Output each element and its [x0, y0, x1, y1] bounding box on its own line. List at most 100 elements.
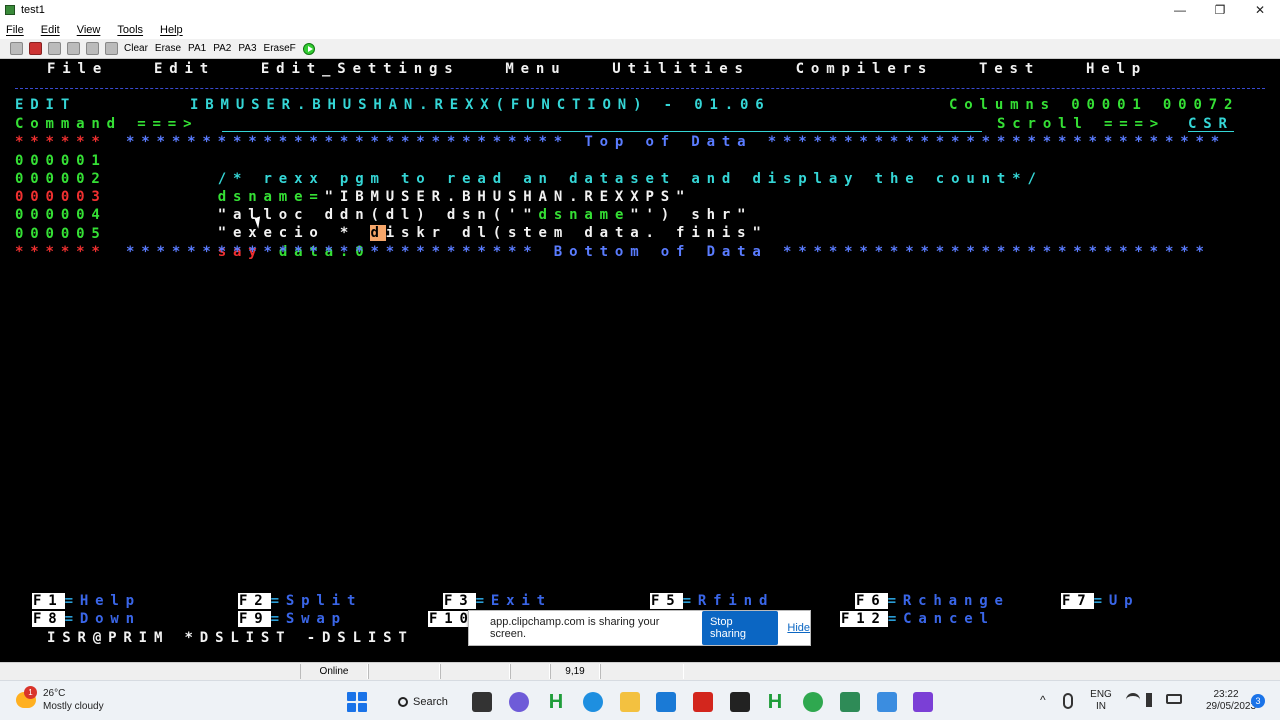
- terminal-emulator-icon[interactable]: [840, 692, 860, 712]
- pa2-button[interactable]: PA2: [213, 43, 231, 54]
- task-view-icon[interactable]: [472, 692, 492, 712]
- menu-file[interactable]: File: [6, 24, 24, 36]
- erase-button[interactable]: Erase: [155, 43, 181, 54]
- terminal-screen[interactable]: File Edit Edit_Settings Menu Utilities C…: [0, 60, 1280, 662]
- fkey-f8[interactable]: F8=Down: [32, 611, 141, 628]
- code-line[interactable]: /* rexx pgm to read an dataset and displ…: [126, 152, 1043, 187]
- top-of-data-marker: ***************************** Top of Dat…: [126, 134, 1227, 150]
- clock-date: 29/05/2023: [1206, 701, 1257, 712]
- app-h-icon[interactable]: H: [765, 692, 785, 712]
- language-indicator[interactable]: ENG IN: [1086, 689, 1116, 713]
- bottom-of-data-prefix: ******: [15, 244, 107, 260]
- line-number[interactable]: 000005: [15, 225, 107, 243]
- window-title: test1: [21, 4, 45, 16]
- run-icon[interactable]: [302, 42, 315, 55]
- text-cursor: d: [370, 225, 386, 241]
- mail-icon[interactable]: [656, 692, 676, 712]
- chat-icon[interactable]: [509, 692, 529, 712]
- pa1-button[interactable]: PA1: [188, 43, 206, 54]
- line-number[interactable]: 000003: [15, 188, 107, 206]
- stop-sharing-button[interactable]: Stop sharing: [701, 611, 779, 645]
- status-cell: [510, 664, 550, 679]
- pdf-reader-icon[interactable]: [693, 692, 713, 712]
- fkey-f7[interactable]: F7=Up: [1061, 593, 1139, 610]
- clock-time: 23:22: [1213, 689, 1239, 700]
- edge-browser-icon[interactable]: [583, 692, 603, 712]
- weather-temperature: 26°C: [43, 688, 66, 699]
- clock[interactable]: 23:22 29/05/2023: [1206, 689, 1257, 713]
- search-label: Search: [413, 696, 448, 708]
- app-h-icon[interactable]: H: [546, 692, 566, 712]
- language-code: ENG: [1090, 689, 1112, 700]
- weather-badge: 1: [24, 686, 37, 699]
- screen-capture-icon[interactable]: [105, 42, 118, 55]
- chrome-browser-icon[interactable]: [803, 692, 823, 712]
- code-line[interactable]: say data.0: [126, 225, 371, 260]
- terminal-icon[interactable]: [730, 692, 750, 712]
- scroll-label: Scroll ===>: [997, 116, 1166, 132]
- close-button[interactable]: ✕: [1240, 0, 1280, 20]
- erasef-button[interactable]: EraseF: [264, 43, 296, 54]
- line-number[interactable]: 000002: [15, 170, 107, 188]
- cursor-position: 9,19: [550, 664, 600, 679]
- file-explorer-icon[interactable]: [620, 692, 640, 712]
- minimize-button[interactable]: —: [1160, 0, 1200, 20]
- chevron-up-icon[interactable]: ^: [1040, 694, 1046, 706]
- disconnect-icon[interactable]: [10, 42, 23, 55]
- fkey-f2[interactable]: F2=Split: [238, 593, 362, 610]
- notepad-icon[interactable]: [877, 692, 897, 712]
- fkey-f3[interactable]: F3=Exit: [443, 593, 552, 610]
- code-line[interactable]: "execio * diskr dl(stem data. finis": [126, 206, 768, 241]
- print-icon[interactable]: [86, 42, 99, 55]
- terminal-emulator-window: test1 — ❐ ✕ File Edit View Tools Help Cl…: [0, 0, 1280, 720]
- start-button[interactable]: [347, 692, 367, 712]
- connect-icon[interactable]: [29, 42, 42, 55]
- copy-icon[interactable]: [48, 42, 61, 55]
- ispf-action-bar[interactable]: File Edit Edit_Settings Menu Utilities C…: [47, 60, 1147, 78]
- toolbar: Clear Erase PA1 PA2 PA3 EraseF: [0, 39, 1280, 59]
- pa3-button[interactable]: PA3: [238, 43, 256, 54]
- fkey-f1[interactable]: F1=Help: [32, 593, 141, 610]
- hide-share-bar-link[interactable]: Hide: [787, 622, 810, 634]
- edit-mode-label: EDIT: [15, 97, 77, 113]
- weather-icon: 1: [16, 686, 37, 708]
- fkey-f9[interactable]: F9=Swap: [238, 611, 347, 628]
- code-token: iskr dl(stem data. finis": [385, 225, 768, 241]
- maximize-button[interactable]: ❐: [1200, 0, 1240, 20]
- fkey-f12[interactable]: F12=Cancel: [840, 611, 995, 628]
- line-number[interactable]: 000001: [15, 152, 107, 170]
- status-cell: [368, 664, 440, 679]
- wifi-icon[interactable]: [1126, 693, 1140, 707]
- menu-help[interactable]: Help: [160, 24, 183, 36]
- panel-stack-line: ISR@PRIM *DSLIST -DSLIST: [47, 630, 414, 646]
- menu-tools[interactable]: Tools: [117, 24, 143, 36]
- battery-icon[interactable]: [1166, 694, 1182, 704]
- weather-widget[interactable]: 1 26°C Mostly cloudy: [16, 686, 104, 713]
- clear-button[interactable]: Clear: [124, 43, 148, 54]
- code-line[interactable]: "alloc ddn(dl) dsn('"dsname"') shr": [126, 188, 752, 223]
- notification-badge[interactable]: 3: [1251, 694, 1265, 708]
- microphone-icon[interactable]: [1063, 693, 1073, 709]
- taskbar-search[interactable]: Search: [386, 689, 456, 715]
- command-label: Command ===>: [15, 116, 199, 132]
- status-bar: Online 9,19: [0, 662, 1280, 680]
- clipchamp-icon[interactable]: [913, 692, 933, 712]
- fkey-f6[interactable]: F6=Rchange: [855, 593, 1010, 610]
- share-message: app.clipchamp.com is sharing your screen…: [490, 616, 660, 640]
- code-line[interactable]: dsname="IBMUSER.BHUSHAN.REXXPS": [126, 170, 691, 205]
- menu-view[interactable]: View: [77, 24, 101, 36]
- volume-icon[interactable]: [1146, 693, 1158, 707]
- screen-share-bar: app.clipchamp.com is sharing your screen…: [468, 610, 811, 646]
- weather-description: Mostly cloudy: [43, 701, 104, 712]
- menu-edit[interactable]: Edit: [41, 24, 60, 36]
- bottom-of-data-marker: *************************** Bottom of Da…: [126, 244, 1211, 260]
- paste-icon[interactable]: [67, 42, 80, 55]
- fkey-f5[interactable]: F5=Rfind: [650, 593, 774, 610]
- dataset-name: IBMUSER.BHUSHAN.REXX(FUNCTION) - 01.06: [190, 97, 771, 113]
- region-code: IN: [1096, 701, 1106, 712]
- app-icon: [5, 5, 15, 15]
- connection-status: Online: [300, 664, 368, 679]
- status-cell: [600, 664, 684, 679]
- line-number[interactable]: 000004: [15, 206, 107, 224]
- command-input[interactable]: [222, 131, 982, 132]
